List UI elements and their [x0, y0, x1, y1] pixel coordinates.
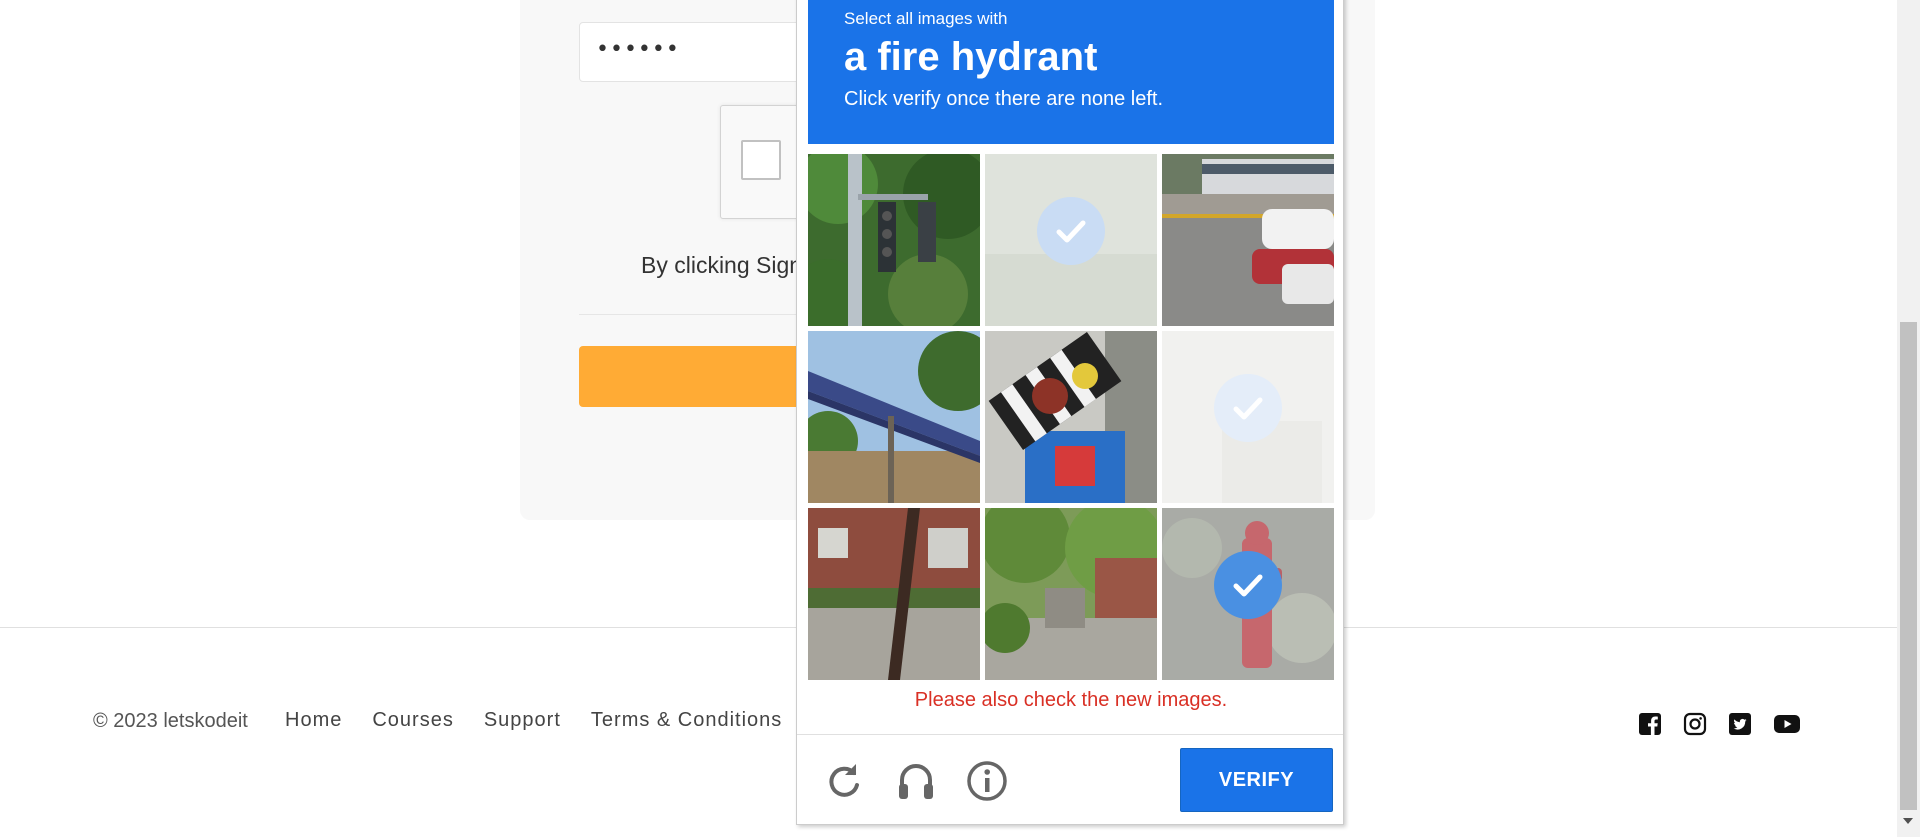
- instagram-icon[interactable]: [1683, 712, 1707, 736]
- footer-link-terms[interactable]: Terms & Conditions: [591, 709, 782, 732]
- image-tile-8[interactable]: [985, 508, 1157, 680]
- challenge-footer-divider: [797, 734, 1343, 735]
- footer-link-home[interactable]: Home: [285, 709, 342, 732]
- info-icon[interactable]: [965, 759, 1009, 803]
- selected-check-icon: [1214, 551, 1282, 619]
- captcha-challenge-popup: Select all images with a fire hydrant Cl…: [796, 0, 1344, 825]
- scroll-down-arrow[interactable]: [1903, 818, 1913, 824]
- footer-copyright: © 2023 letskodeit: [93, 710, 248, 732]
- image-tile-7[interactable]: [808, 508, 980, 680]
- challenge-target: a fire hydrant: [844, 35, 1098, 79]
- instruction-text: Select all images with: [844, 9, 1008, 28]
- audio-challenge-icon[interactable]: [894, 759, 938, 803]
- image-tile-5[interactable]: [985, 331, 1157, 503]
- twitter-icon[interactable]: [1728, 712, 1752, 736]
- selected-check-icon: [1037, 197, 1105, 265]
- error-message: Please also check the new images.: [914, 689, 1228, 711]
- footer-links: Home Courses Support Terms & Conditions: [285, 709, 782, 732]
- challenge-header: Select all images with a fire hydrant Cl…: [808, 0, 1334, 144]
- image-tile-2[interactable]: [985, 154, 1157, 326]
- image-tile-6[interactable]: [1162, 331, 1334, 503]
- image-tile-1[interactable]: [808, 154, 980, 326]
- image-tile-9[interactable]: [1162, 508, 1334, 680]
- recaptcha-checkbox[interactable]: [741, 140, 781, 180]
- scrollbar-thumb[interactable]: [1900, 322, 1917, 810]
- image-tile-3[interactable]: [1162, 154, 1334, 326]
- reload-icon[interactable]: [822, 759, 866, 803]
- page: •••••• By clicking Sign © 2023 letskodei…: [0, 0, 1920, 837]
- image-grid: [808, 154, 1334, 680]
- terms-text: By clicking Sign: [641, 252, 803, 278]
- selected-check-icon: [1214, 374, 1282, 442]
- facebook-icon[interactable]: [1638, 712, 1662, 736]
- footer-link-support[interactable]: Support: [484, 709, 561, 732]
- youtube-icon[interactable]: [1773, 712, 1801, 736]
- footer-link-courses[interactable]: Courses: [372, 709, 453, 732]
- image-tile-4[interactable]: [808, 331, 980, 503]
- verify-button[interactable]: VERIFY: [1180, 748, 1333, 812]
- instruction-subtext: Click verify once there are none left.: [844, 88, 1164, 110]
- scrollbar[interactable]: [1897, 0, 1920, 837]
